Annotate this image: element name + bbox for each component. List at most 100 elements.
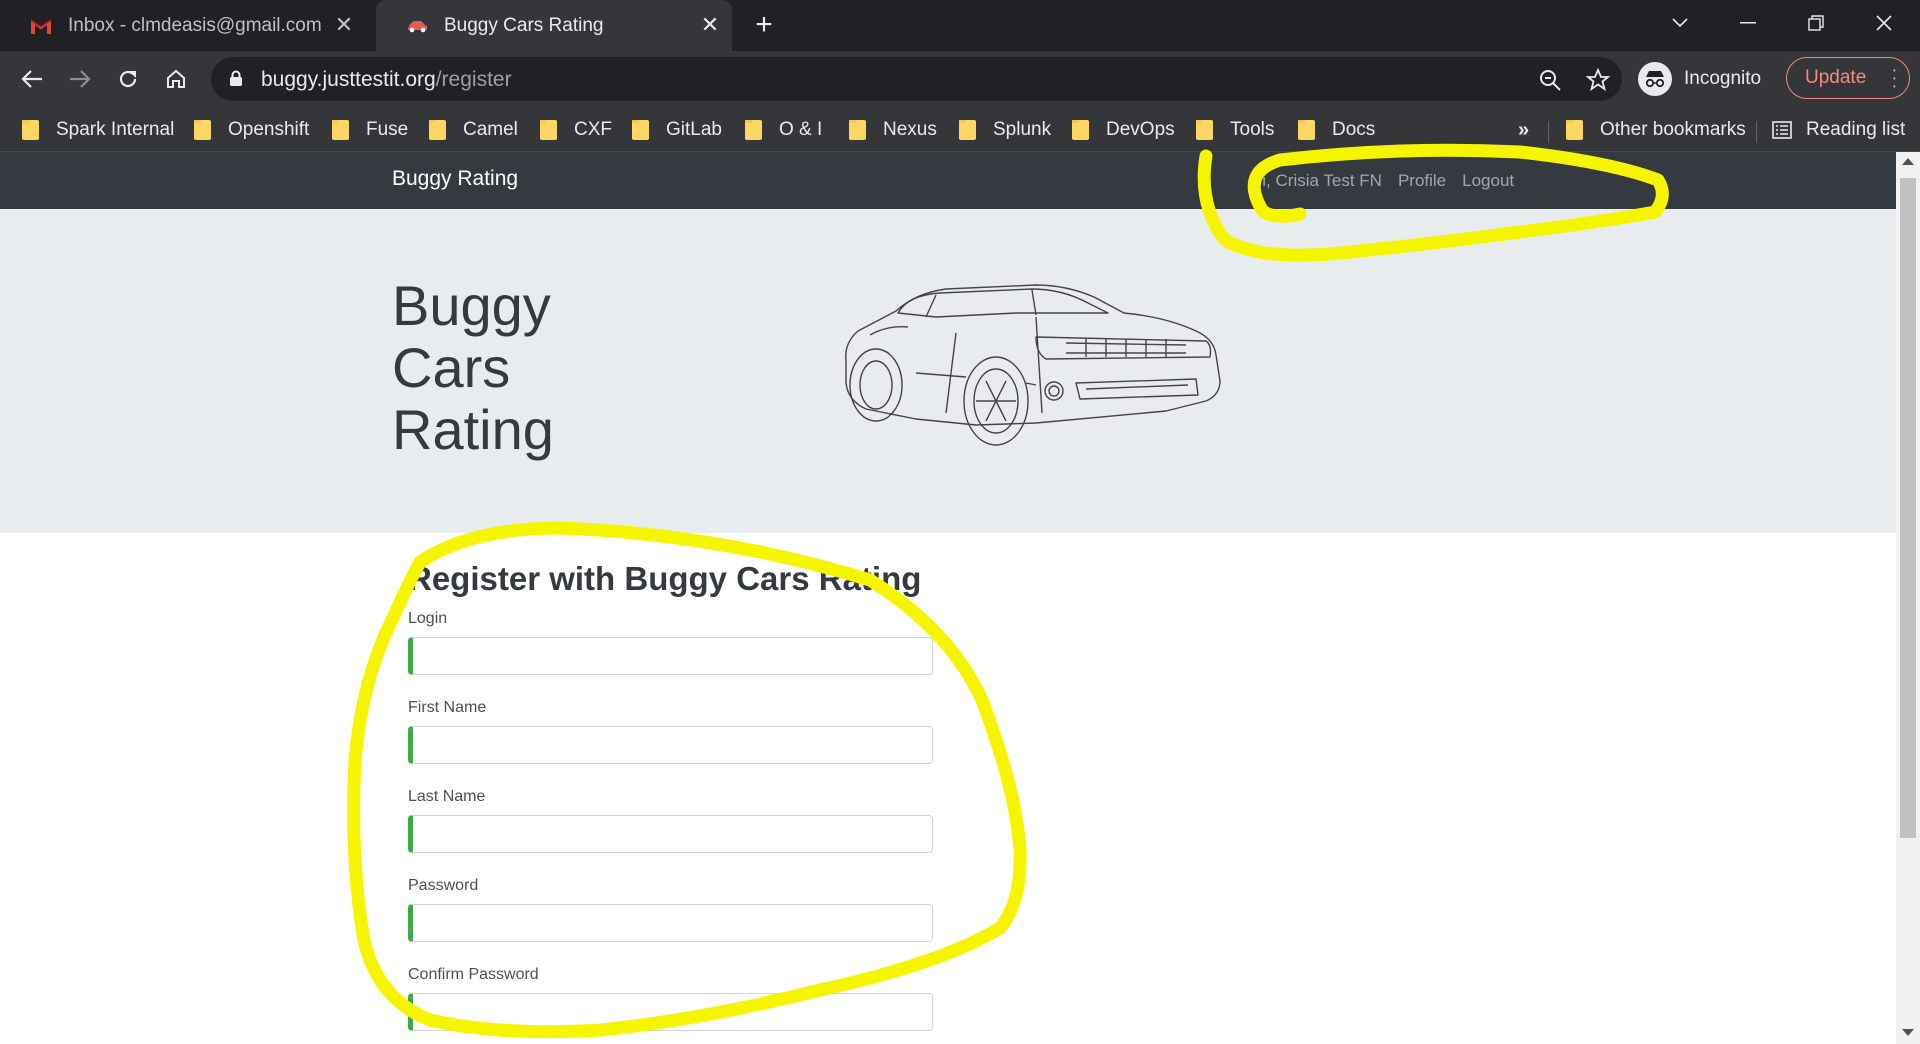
first-name-input[interactable] <box>408 726 933 764</box>
zoom-icon[interactable] <box>1537 67 1563 93</box>
bookmarks-bar: Spark Internal Openshift Fuse Camel CXF … <box>0 107 1920 152</box>
last-name-input[interactable] <box>408 815 933 853</box>
folder-icon <box>959 120 976 140</box>
site-navbar: Buggy Rating Hi, Crisia Test FN Profile … <box>0 152 1896 209</box>
more-bookmarks-icon[interactable]: » <box>1518 119 1529 142</box>
bookmark-o-and-i[interactable]: O & I <box>745 115 822 145</box>
bookmark-splunk[interactable]: Splunk <box>959 115 1051 145</box>
bookmark-label: CXF <box>574 119 612 140</box>
incognito-profile[interactable]: Incognito <box>1638 57 1761 101</box>
confirm-password-label: Confirm Password <box>408 966 539 983</box>
logout-link[interactable]: Logout <box>1462 171 1514 191</box>
bookmark-cxf[interactable]: CXF <box>540 115 612 145</box>
folder-icon <box>1072 120 1089 140</box>
update-label: Update <box>1805 67 1867 88</box>
star-icon[interactable] <box>1585 67 1611 93</box>
password-label: Password <box>408 877 479 894</box>
bookmark-label: Openshift <box>228 119 310 140</box>
web-page: Buggy Rating Hi, Crisia Test FN Profile … <box>0 152 1896 1044</box>
last-name-label: Last Name <box>408 788 486 805</box>
scroll-thumb[interactable] <box>1900 178 1916 838</box>
folder-icon <box>745 120 762 140</box>
reading-list[interactable]: Reading list <box>1772 115 1905 145</box>
register-form: Register with Buggy Cars Rating Login Fi… <box>408 560 948 1044</box>
confirm-password-input[interactable] <box>408 993 933 1031</box>
bookmark-label: Camel <box>463 119 518 140</box>
minimize-icon[interactable] <box>1728 8 1768 38</box>
tab-buggy-cars[interactable]: Buggy Cars Rating ✕ <box>376 0 732 51</box>
bookmark-label: O & I <box>779 119 823 140</box>
bookmark-gitlab[interactable]: GitLab <box>632 115 722 145</box>
bookmark-fuse[interactable]: Fuse <box>332 115 408 145</box>
address-bar[interactable]: buggy.justtestit.org/register <box>211 57 1622 101</box>
reload-icon[interactable] <box>112 63 144 95</box>
forward-icon[interactable] <box>64 63 96 95</box>
gmail-icon <box>30 17 52 35</box>
bookmark-label: Nexus <box>883 119 937 140</box>
password-input[interactable] <box>408 904 933 942</box>
user-nav: Hi, Crisia Test FN Profile Logout <box>1250 171 1514 191</box>
folder-icon <box>1196 120 1213 140</box>
reading-list-icon <box>1772 121 1792 139</box>
bookmark-label: Fuse <box>366 119 409 140</box>
other-bookmarks-label: Other bookmarks <box>1600 119 1746 140</box>
bookmark-separator <box>1548 121 1549 143</box>
folder-icon <box>194 120 211 140</box>
car-illustration <box>845 284 1221 446</box>
folder-icon <box>849 120 866 140</box>
form-title: Register with Buggy Cars Rating <box>408 560 922 597</box>
bookmark-spark-internal[interactable]: Spark Internal <box>22 115 174 145</box>
user-greeting: Hi, Crisia Test FN <box>1250 171 1382 190</box>
bookmark-docs[interactable]: Docs <box>1298 115 1375 145</box>
tab-title: Buggy Cars Rating <box>444 14 604 36</box>
bookmark-label: DevOps <box>1106 119 1175 140</box>
bookmark-openshift[interactable]: Openshift <box>194 115 309 145</box>
tab-strip: Inbox - clmdeasis@gmail.com - G ✕ Buggy … <box>0 0 1920 51</box>
bookmark-label: GitLab <box>666 119 722 140</box>
tab-inbox[interactable]: Inbox - clmdeasis@gmail.com - G ✕ <box>0 0 366 51</box>
folder-icon <box>1298 120 1315 140</box>
first-name-label: First Name <box>408 699 487 716</box>
folder-icon <box>429 120 446 140</box>
page-scrollbar[interactable] <box>1896 152 1920 1044</box>
url-text: buggy.justtestit.org/register <box>261 68 512 92</box>
lock-icon <box>229 70 243 92</box>
tab-title: Inbox - clmdeasis@gmail.com - G <box>68 14 328 36</box>
bookmark-devops[interactable]: DevOps <box>1072 115 1175 145</box>
hero-title: Buggy Cars Rating <box>392 274 554 461</box>
bookmark-separator <box>1756 121 1757 143</box>
scroll-down-icon[interactable] <box>1902 1029 1914 1036</box>
new-tab-icon[interactable]: + <box>748 10 780 42</box>
menu-dots-icon[interactable]: · · · <box>1891 60 1898 96</box>
site-brand[interactable]: Buggy Rating <box>392 167 518 191</box>
restore-icon[interactable] <box>1796 8 1836 38</box>
bookmark-label: Docs <box>1332 119 1376 140</box>
reading-list-label: Reading list <box>1806 119 1906 140</box>
update-button[interactable]: Update · · · <box>1786 57 1910 99</box>
login-label: Login <box>408 610 448 627</box>
scroll-up-icon[interactable] <box>1902 158 1914 165</box>
folder-icon <box>632 120 649 140</box>
bookmark-label: Spark Internal <box>56 119 175 140</box>
incognito-label: Incognito <box>1684 68 1762 89</box>
bookmark-tools[interactable]: Tools <box>1196 115 1274 145</box>
login-input[interactable] <box>408 637 933 675</box>
bookmark-label: Splunk <box>993 119 1052 140</box>
car-favicon-icon <box>406 17 428 35</box>
close-window-icon[interactable] <box>1864 8 1904 38</box>
url-path: /register <box>435 68 512 91</box>
home-icon[interactable] <box>160 63 192 95</box>
close-icon[interactable]: ✕ <box>332 13 356 37</box>
folder-icon <box>22 120 39 140</box>
close-icon[interactable]: ✕ <box>698 13 722 37</box>
back-icon[interactable] <box>16 63 48 95</box>
tab-search-icon[interactable] <box>1660 8 1700 38</box>
other-bookmarks[interactable]: Other bookmarks <box>1566 115 1746 145</box>
incognito-icon <box>1638 62 1672 96</box>
profile-link[interactable]: Profile <box>1398 171 1446 191</box>
bookmark-camel[interactable]: Camel <box>429 115 518 145</box>
bookmark-nexus[interactable]: Nexus <box>849 115 937 145</box>
folder-icon <box>332 120 349 140</box>
browser-window: Inbox - clmdeasis@gmail.com - G ✕ Buggy … <box>0 0 1920 1044</box>
bookmark-label: Tools <box>1230 119 1275 140</box>
